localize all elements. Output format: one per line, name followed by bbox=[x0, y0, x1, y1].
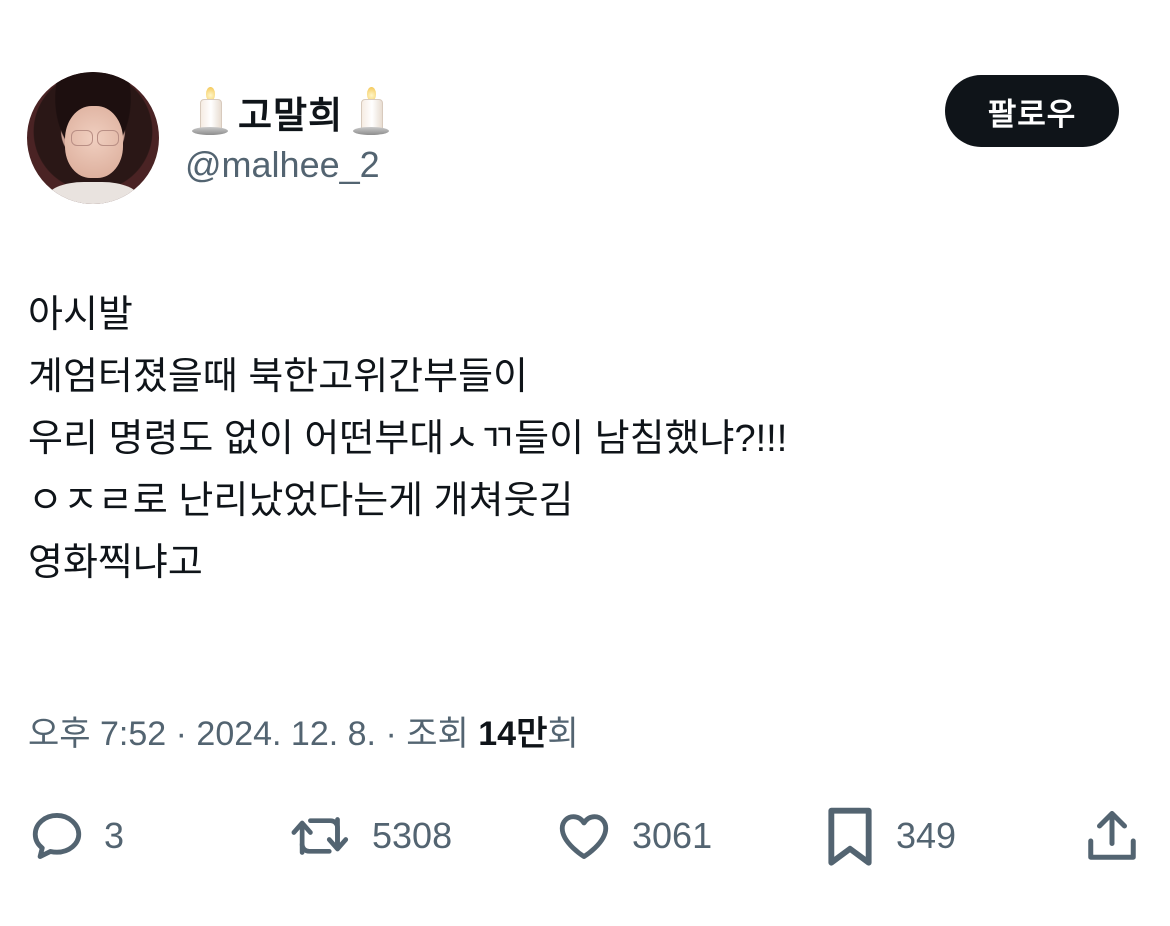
tweet-meta: 오후 7:52 · 2024. 12. 8. · 조회 14만회 bbox=[28, 706, 579, 755]
reply-count: 3 bbox=[104, 815, 125, 856]
heart-icon bbox=[559, 814, 609, 859]
meta-separator: · bbox=[376, 715, 407, 753]
action-bar: 3 5308 3061 349 bbox=[0, 800, 1170, 872]
tweet-line: ㅇㅈㄹ로 난리났었다는게 개쳐웃김 bbox=[28, 480, 574, 522]
tweet-line: 계엄터졌을때 북한고위간부들이 bbox=[28, 356, 528, 398]
retweet-count: 5308 bbox=[372, 815, 453, 856]
bookmark-count: 349 bbox=[896, 815, 957, 856]
tweet-line: 아시발 bbox=[28, 294, 133, 336]
share-icon bbox=[1088, 811, 1136, 860]
avatar[interactable] bbox=[27, 72, 159, 204]
reply-icon bbox=[32, 813, 82, 859]
share-button[interactable] bbox=[1082, 800, 1142, 872]
reply-button[interactable]: 3 bbox=[28, 800, 124, 872]
retweet-button[interactable]: 5308 bbox=[288, 800, 452, 872]
tweet-date[interactable]: 2024. 12. 8. bbox=[196, 715, 376, 753]
candle-icon bbox=[190, 85, 230, 139]
follow-button[interactable]: 팔로우 bbox=[945, 75, 1119, 147]
tweet-line: 우리 명령도 없이 어떤부대ㅅㄲ들이 남침했냐?!!! bbox=[28, 418, 788, 460]
tweet-time[interactable]: 오후 7:52 bbox=[28, 715, 166, 753]
retweet-icon bbox=[291, 817, 349, 855]
like-count: 3061 bbox=[632, 815, 713, 856]
views-label: 조회 bbox=[406, 715, 469, 753]
like-button[interactable]: 3061 bbox=[554, 800, 712, 872]
meta-separator: · bbox=[166, 715, 197, 753]
tweet-text: 아시발 계엄터졌을때 북한고위간부들이 우리 명령도 없이 어떤부대ㅅㄲ들이 남… bbox=[28, 284, 787, 594]
user-handle[interactable]: @malhee_2 bbox=[185, 144, 380, 186]
bookmark-icon bbox=[828, 807, 872, 866]
bookmark-button[interactable]: 349 bbox=[822, 800, 956, 872]
views-count: 14만 bbox=[478, 715, 548, 753]
views-suffix: 회 bbox=[547, 715, 579, 753]
candle-icon bbox=[351, 85, 391, 139]
display-name[interactable]: 고말희 bbox=[238, 85, 343, 139]
tweet-line: 영화찍냐고 bbox=[28, 542, 203, 584]
display-name-row[interactable]: 고말희 bbox=[190, 84, 391, 140]
